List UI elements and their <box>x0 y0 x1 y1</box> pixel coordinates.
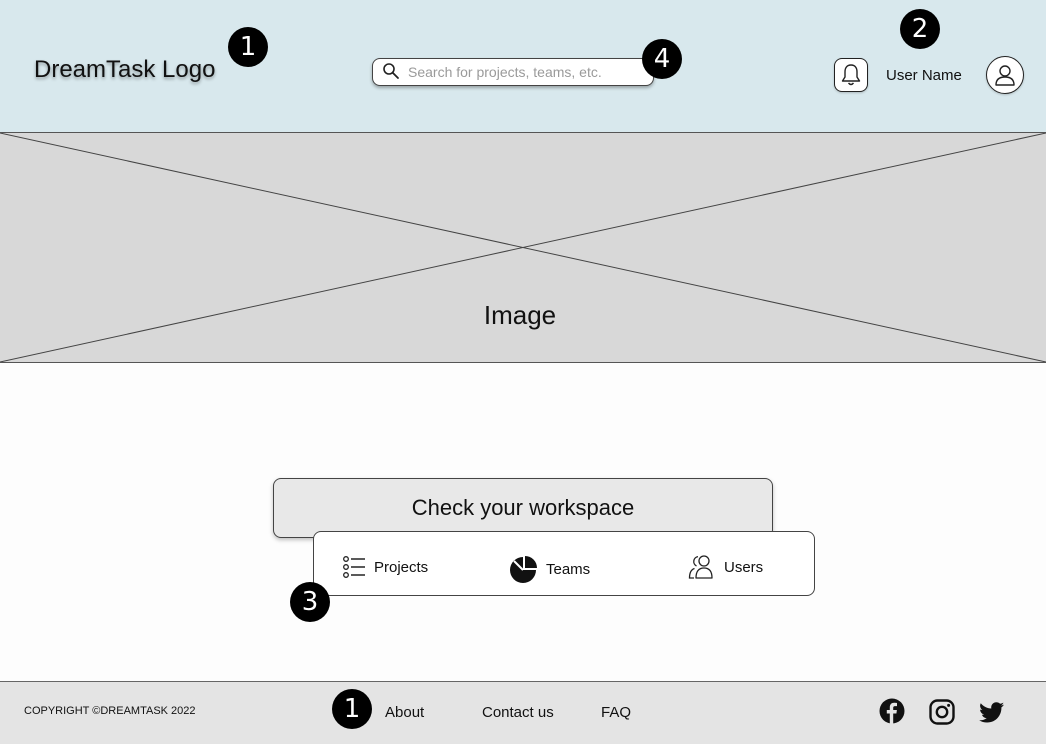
user-name[interactable]: User Name <box>886 67 962 84</box>
pie-chart-icon <box>510 556 537 583</box>
menu-item-users[interactable]: Users <box>688 554 763 580</box>
list-icon <box>343 556 365 578</box>
footer-link-faq[interactable]: FAQ <box>601 704 631 721</box>
annotation-badge-1: 1 <box>228 27 268 67</box>
search-input[interactable] <box>408 60 648 84</box>
notifications-button[interactable] <box>834 58 868 92</box>
check-workspace-button[interactable]: Check your workspace <box>273 478 773 538</box>
bell-icon <box>841 64 861 86</box>
menu-item-projects[interactable]: Projects <box>342 555 428 579</box>
annotation-badge-2: 2 <box>900 9 940 49</box>
facebook-icon[interactable] <box>879 698 905 724</box>
menu-item-label: Teams <box>546 560 591 578</box>
users-icon <box>688 555 713 579</box>
annotation-badge-1-footer: 1 <box>332 689 372 729</box>
instagram-icon[interactable] <box>929 699 955 725</box>
hero-image-label: Image <box>483 300 557 330</box>
menu-item-label: Users <box>724 558 764 576</box>
menu-item-teams[interactable]: Teams <box>510 555 590 583</box>
copyright-text: COPYRIGHT ©DREAMTASK 2022 <box>24 705 196 717</box>
logo-text[interactable]: DreamTask Logo <box>34 56 215 84</box>
avatar[interactable] <box>986 56 1024 94</box>
footer-link-about[interactable]: About <box>385 704 424 721</box>
footer-link-contact[interactable]: Contact us <box>482 704 554 721</box>
twitter-icon[interactable] <box>979 700 1005 726</box>
menu-item-label: Projects <box>374 558 429 576</box>
annotation-badge-3: 3 <box>290 582 330 622</box>
user-icon <box>995 65 1015 86</box>
search-icon <box>383 63 399 79</box>
annotation-badge-4: 4 <box>642 39 682 79</box>
